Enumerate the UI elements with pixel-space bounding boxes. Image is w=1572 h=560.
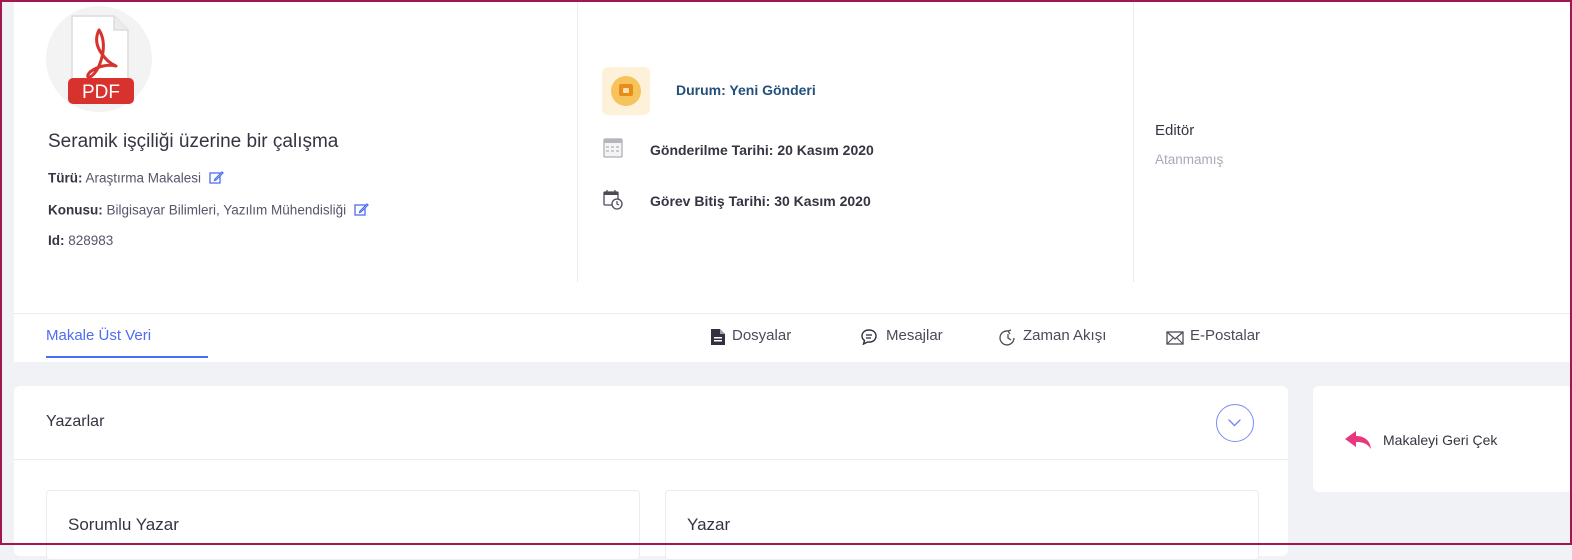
author-title: Yazar — [687, 515, 731, 534]
withdraw-article-button[interactable]: Makaleyi Geri Çek — [1383, 432, 1497, 448]
article-id-value: 828983 — [68, 233, 114, 248]
authors-title: Yazarlar — [46, 413, 105, 430]
article-subject-row: Konusu: Bilgisayar Bilimleri, Yazılım Mü… — [48, 202, 369, 220]
tab-timeline[interactable]: Zaman Akışı — [1023, 327, 1106, 344]
timeline-clock-icon — [998, 328, 1018, 353]
file-icon — [710, 328, 726, 351]
article-type-value: Araştırma Makalesi — [85, 170, 202, 186]
article-summary-card — [14, 2, 1572, 362]
card-divider — [14, 459, 1288, 460]
due-date: Görev Bitiş Tarihi: 30 Kasım 2020 — [650, 193, 871, 209]
active-tab-indicator — [46, 356, 208, 358]
chevron-down-icon — [1228, 419, 1241, 427]
tab-metadata[interactable]: Makale Üst Veri — [46, 327, 151, 344]
status-announcement-icon — [602, 67, 650, 115]
tab-files[interactable]: Dosyalar — [732, 327, 791, 344]
article-subject-value: Bilgisayar Bilimleri, Yazılım Mühendisli… — [106, 202, 347, 218]
article-type-row: Türü: Araştırma Makalesi — [48, 170, 224, 188]
pdf-icon-label: PDF — [82, 82, 120, 103]
tabs-bar — [14, 313, 1572, 361]
article-subject-label: Konusu: — [48, 202, 103, 218]
article-id-row: Id: 828983 — [48, 233, 113, 248]
collapse-button[interactable] — [1216, 404, 1254, 442]
column-divider — [1133, 2, 1134, 282]
mail-icon — [1166, 331, 1184, 350]
chat-bubble-icon — [860, 328, 878, 351]
status-text: Durum: Yeni Gönderi — [676, 82, 816, 98]
edit-icon[interactable] — [209, 170, 224, 188]
article-id-label: Id: — [48, 233, 65, 248]
edit-icon[interactable] — [354, 202, 369, 220]
submission-date: Gönderilme Tarihi: 20 Kasım 2020 — [650, 142, 874, 158]
author-card — [665, 490, 1259, 560]
calendar-icon — [602, 137, 624, 164]
corresponding-author-title: Sorumlu Yazar — [68, 515, 179, 534]
column-divider — [577, 2, 578, 282]
reply-arrow-icon[interactable] — [1343, 429, 1373, 456]
article-title: Seramik işçiliği üzerine bir çalışma — [48, 131, 339, 152]
article-type-label: Türü: — [48, 170, 83, 186]
pdf-file-icon[interactable]: PDF — [46, 6, 152, 112]
editor-value: Atanmamış — [1155, 152, 1224, 167]
tab-emails[interactable]: E-Postalar — [1190, 327, 1260, 344]
calendar-clock-icon — [602, 189, 624, 216]
editor-label: Editör — [1155, 122, 1195, 139]
tab-messages[interactable]: Mesajlar — [886, 327, 943, 344]
